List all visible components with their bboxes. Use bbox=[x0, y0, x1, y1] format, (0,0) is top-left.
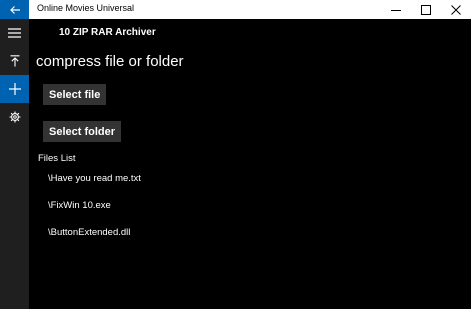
app-name: 10 ZIP RAR Archiver bbox=[59, 27, 156, 38]
maximize-icon bbox=[421, 4, 431, 15]
gear-icon bbox=[9, 111, 20, 123]
window-title: Online Movies Universal bbox=[37, 3, 135, 13]
window-controls bbox=[381, 0, 471, 19]
close-button[interactable] bbox=[441, 0, 471, 19]
back-arrow-icon bbox=[9, 5, 20, 14]
plus-icon bbox=[8, 83, 21, 95]
sidebar-item-add[interactable] bbox=[0, 75, 29, 103]
list-item[interactable]: \FixWin 10.exe bbox=[48, 200, 141, 227]
files-list-heading: Files List bbox=[38, 153, 76, 164]
hamburger-icon bbox=[8, 28, 21, 38]
minimize-icon bbox=[391, 9, 401, 11]
sidebar bbox=[0, 19, 29, 309]
close-icon bbox=[451, 4, 461, 15]
minimize-button[interactable] bbox=[381, 0, 411, 19]
select-folder-button[interactable]: Select folder bbox=[43, 121, 122, 142]
maximize-button[interactable] bbox=[411, 0, 441, 19]
select-file-button[interactable]: Select file bbox=[43, 84, 107, 105]
title-bar: Online Movies Universal bbox=[0, 0, 471, 19]
sidebar-item-menu[interactable] bbox=[0, 19, 29, 47]
files-list: \Have you read me.txt \FixWin 10.exe \Bu… bbox=[48, 173, 141, 254]
main-content: 10 ZIP RAR Archiver compress file or fol… bbox=[29, 19, 471, 309]
sidebar-item-settings[interactable] bbox=[0, 103, 29, 131]
page-title: compress file or folder bbox=[36, 53, 184, 70]
sidebar-item-upload[interactable] bbox=[0, 47, 29, 75]
list-item[interactable]: \ButtonExtended.dll bbox=[48, 227, 141, 254]
upload-icon bbox=[10, 55, 19, 67]
back-button[interactable] bbox=[0, 0, 29, 19]
list-item[interactable]: \Have you read me.txt bbox=[48, 173, 141, 200]
